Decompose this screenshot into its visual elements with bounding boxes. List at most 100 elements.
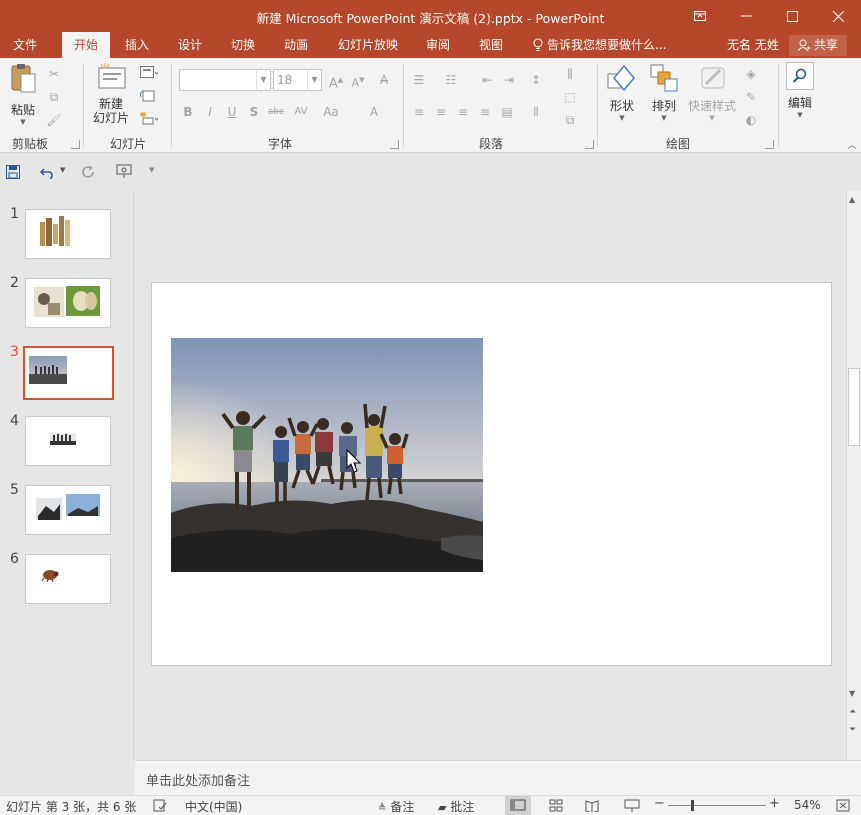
char-spacing-icon[interactable]: AV <box>292 104 310 120</box>
font-name-dropdown[interactable]: ▼ <box>179 69 271 91</box>
next-slide-icon[interactable]: ⏷ <box>849 725 856 735</box>
zoom-out-button[interactable]: − <box>654 796 665 811</box>
align-center-icon[interactable]: ≡ <box>432 104 450 120</box>
align-right-icon[interactable]: ≡ <box>454 104 472 120</box>
align-left-icon[interactable]: ≡ <box>410 104 428 120</box>
columns-icon[interactable]: ⫴ <box>527 104 545 120</box>
current-slide[interactable] <box>151 282 832 666</box>
fit-to-window-icon[interactable] <box>836 799 850 812</box>
slide-picture[interactable] <box>171 338 483 572</box>
language-indicator[interactable]: 中文(中国) <box>185 798 242 815</box>
scroll-thumb[interactable] <box>848 368 860 446</box>
font-launcher-icon[interactable] <box>390 140 399 149</box>
tab-design[interactable]: 设计 <box>170 32 210 58</box>
change-case-icon[interactable]: Aa <box>322 104 340 120</box>
section-icon[interactable] <box>140 112 159 128</box>
text-direction-icon[interactable]: ⫼ <box>561 66 579 82</box>
paste-dropdown-icon[interactable]: ▼ <box>6 118 40 126</box>
format-painter-icon[interactable]: 🖌 <box>45 112 63 128</box>
line-spacing-icon[interactable]: ↕ <box>527 72 545 88</box>
increase-font-icon[interactable]: A▲ <box>327 72 345 91</box>
previous-slide-icon[interactable]: ⏶ <box>849 707 856 717</box>
italic-icon[interactable]: I <box>201 104 219 120</box>
justify-icon[interactable]: ≡ <box>476 104 494 120</box>
scroll-up-icon[interactable]: ▲ <box>849 195 855 204</box>
notes-pane[interactable]: 单击此处添加备注 <box>135 760 861 795</box>
shapes-button[interactable]: 形状 ▼ <box>603 62 641 122</box>
undo-icon[interactable] <box>40 165 56 179</box>
slide-thumbnail-1[interactable] <box>25 209 111 259</box>
drawing-launcher-icon[interactable] <box>765 140 774 149</box>
cut-icon[interactable]: ✂ <box>45 66 63 82</box>
tab-file[interactable]: 文件 <box>5 32 45 58</box>
tab-insert[interactable]: 插入 <box>117 32 157 58</box>
slide-thumbnail-3[interactable] <box>23 346 114 400</box>
tab-review[interactable]: 审阅 <box>418 32 458 58</box>
user-name[interactable]: 无名 无姓 <box>727 32 779 58</box>
strikethrough-icon[interactable]: abc <box>267 104 285 120</box>
copy-icon[interactable]: ⧉ <box>45 89 63 105</box>
bold-icon[interactable]: B <box>179 104 197 120</box>
distribute-icon[interactable]: ▤ <box>498 104 516 120</box>
tab-animations[interactable]: 动画 <box>276 32 316 58</box>
start-slideshow-icon[interactable] <box>116 164 134 180</box>
paste-button[interactable]: 粘贴 ▼ <box>6 62 40 126</box>
new-slide-button[interactable]: 新建 幻灯片 <box>86 62 136 125</box>
undo-dropdown-icon[interactable]: ▼ <box>60 166 65 174</box>
layout-icon[interactable] <box>140 66 159 82</box>
reset-slide-icon[interactable] <box>139 89 158 105</box>
zoom-in-button[interactable]: + <box>769 796 780 811</box>
vertical-scrollbar[interactable]: ▲ ▼ ⏶ ⏷ <box>846 191 861 760</box>
customize-qat-icon[interactable]: ▼ <box>149 166 154 174</box>
font-size-dropdown[interactable]: 18 ▼ <box>273 69 322 91</box>
shape-fill-icon[interactable]: ◈ <box>742 66 760 82</box>
tab-slideshow[interactable]: 幻灯片放映 <box>330 32 406 58</box>
share-button[interactable]: 共享 <box>789 35 847 56</box>
redo-icon[interactable] <box>81 165 95 179</box>
minimize-button[interactable] <box>723 0 769 32</box>
quick-styles-button[interactable]: 快速样式 ▼ <box>685 62 739 122</box>
comments-button[interactable]: ▰ 批注 <box>438 798 474 815</box>
collapse-ribbon-icon[interactable]: ︿ <box>843 138 861 154</box>
slide-thumbnail-6[interactable] <box>25 554 111 604</box>
normal-view-button[interactable] <box>505 796 531 815</box>
maximize-button[interactable] <box>769 0 815 32</box>
zoom-slider-handle[interactable] <box>691 800 694 811</box>
scroll-down-icon[interactable]: ▼ <box>849 689 855 698</box>
clipboard-launcher-icon[interactable] <box>71 140 80 149</box>
zoom-level[interactable]: 54% <box>794 798 821 812</box>
slide-sorter-icon[interactable] <box>549 799 563 812</box>
increase-indent-icon[interactable]: ⇥ <box>500 72 518 88</box>
notes-toggle-button[interactable]: ≜ 备注 <box>378 798 414 815</box>
slide-thumbnail-4[interactable] <box>25 416 111 466</box>
spellcheck-icon[interactable] <box>153 799 167 812</box>
slideshow-view-icon[interactable] <box>624 799 640 812</box>
align-text-icon[interactable]: ⬚ <box>561 89 579 105</box>
slide-thumbnail-2[interactable] <box>25 278 111 328</box>
editing-button[interactable]: 编辑 ▼ <box>783 62 817 119</box>
slide-thumbnail-5[interactable] <box>25 485 111 535</box>
underline-icon[interactable]: U <box>223 104 241 120</box>
close-button[interactable] <box>815 0 861 32</box>
tab-transitions[interactable]: 切换 <box>223 32 263 58</box>
tab-view[interactable]: 视图 <box>471 32 511 58</box>
bullets-icon[interactable]: ☰ <box>410 72 428 88</box>
save-icon[interactable] <box>6 165 20 179</box>
numbering-icon[interactable]: ☷ <box>442 72 460 88</box>
clear-format-icon[interactable]: A̶ <box>375 72 393 88</box>
zoom-slider[interactable] <box>668 805 766 806</box>
reading-view-icon[interactable] <box>585 799 599 812</box>
ribbon-display-options-button[interactable] <box>677 0 723 32</box>
tab-home[interactable]: 开始 <box>62 32 110 58</box>
shape-outline-icon[interactable]: ✎ <box>742 89 760 105</box>
thumbnail-image <box>40 216 70 246</box>
decrease-indent-icon[interactable]: ⇤ <box>478 72 496 88</box>
tell-me-box[interactable]: 告诉我您想要做什么... <box>532 32 666 58</box>
smartart-icon[interactable]: ⧉ <box>561 112 579 128</box>
paragraph-launcher-icon[interactable] <box>585 140 594 149</box>
decrease-font-icon[interactable]: A▼ <box>349 72 367 90</box>
shape-effects-icon[interactable]: ◐ <box>742 112 760 128</box>
arrange-button[interactable]: 排列 ▼ <box>646 62 682 122</box>
font-color-icon[interactable]: A <box>365 104 383 120</box>
shadow-icon[interactable]: S <box>245 104 263 120</box>
